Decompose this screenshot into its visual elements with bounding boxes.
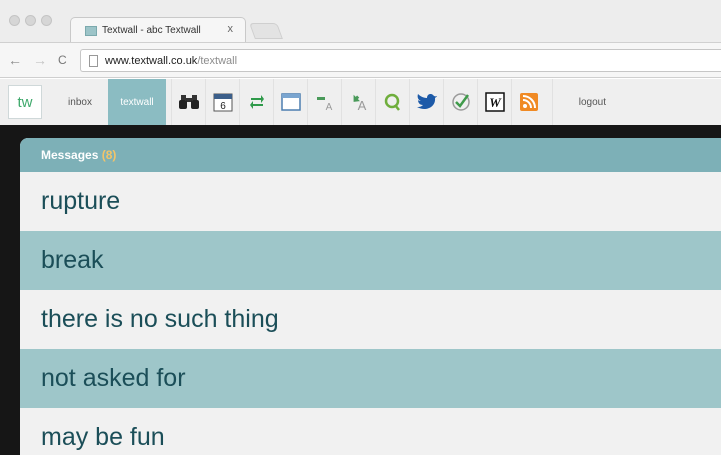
browser-tab-strip: Textwall - abc Textwall x: [0, 0, 721, 43]
textwall-logo[interactable]: tw: [8, 85, 42, 119]
wikipedia-letter: W: [489, 95, 502, 110]
exchange-icon: [249, 95, 264, 109]
nav-logout-label: logout: [578, 96, 606, 108]
binoculars-tool[interactable]: [171, 79, 205, 125]
check-circle-icon: [451, 93, 470, 111]
svg-text:A: A: [357, 98, 366, 112]
calendar-tool[interactable]: 6: [205, 79, 239, 125]
calendar-icon: 6: [213, 93, 232, 112]
nav-logout[interactable]: logout: [552, 79, 612, 125]
url-path: /textwall: [197, 54, 238, 67]
browser-tab[interactable]: Textwall - abc Textwall x: [70, 17, 246, 43]
reload-button[interactable]: C: [58, 53, 67, 67]
zoom-window-button[interactable]: [41, 15, 52, 26]
nav-inbox[interactable]: inbox: [57, 79, 103, 125]
back-button[interactable]: ←: [8, 52, 22, 68]
search-q-tool[interactable]: [375, 79, 409, 125]
font-decrease-icon: A: [316, 97, 332, 112]
logo-text: tw: [17, 93, 33, 111]
svg-text:A: A: [325, 102, 332, 112]
font-increase-icon: A: [353, 94, 366, 112]
search-q-icon: [384, 93, 400, 111]
app-toolbar: tw inbox textwall 6 A A W logout: [0, 79, 721, 125]
message-item[interactable]: not asked for: [20, 349, 721, 408]
message-item[interactable]: break: [20, 231, 721, 290]
nav-textwall[interactable]: textwall: [108, 79, 166, 125]
page-icon: [89, 54, 98, 67]
calendar-day: 6: [220, 101, 226, 112]
message-item[interactable]: there is no such thing: [20, 290, 721, 349]
message-item[interactable]: may be fun: [20, 408, 721, 455]
font-increase-tool[interactable]: A: [341, 79, 375, 125]
twitter-bird-icon: [416, 94, 437, 109]
exchange-tool[interactable]: [239, 79, 273, 125]
messages-header: Messages ( 8 ): [20, 138, 721, 172]
twitter-tool[interactable]: [409, 79, 443, 125]
tab-close-button[interactable]: x: [228, 23, 234, 35]
messages-count: 8: [105, 148, 113, 162]
rss-icon: [519, 93, 538, 111]
favicon-icon: [85, 25, 97, 36]
messages-count-close: ): [112, 148, 117, 162]
table-tool[interactable]: [273, 79, 307, 125]
tab-title: Textwall - abc Textwall: [102, 25, 201, 36]
message-text: may be fun: [41, 423, 165, 451]
browser-toolbar: ← → C www.textwall.co.uk /textwall: [0, 42, 721, 78]
table-icon: [280, 93, 301, 111]
rss-tool[interactable]: [511, 79, 545, 125]
address-bar[interactable]: www.textwall.co.uk /textwall: [80, 49, 721, 72]
messages-panel: Messages ( 8 ) rupture break there is no…: [20, 138, 721, 455]
close-window-button[interactable]: [9, 15, 20, 26]
message-text: rupture: [41, 187, 121, 215]
nav-textwall-label: textwall: [120, 96, 154, 108]
message-text: break: [41, 246, 104, 274]
url-host: www.textwall.co.uk: [105, 54, 198, 67]
message-item[interactable]: rupture: [20, 172, 721, 231]
messages-title: Messages: [41, 148, 99, 162]
message-text: there is no such thing: [41, 305, 279, 333]
check-tool[interactable]: [443, 79, 477, 125]
nav-inbox-label: inbox: [68, 96, 92, 108]
font-decrease-tool[interactable]: A: [307, 79, 341, 125]
binoculars-icon: [178, 95, 199, 109]
new-tab-button[interactable]: [249, 23, 283, 39]
wikipedia-tool[interactable]: W: [477, 79, 511, 125]
forward-button[interactable]: →: [33, 52, 47, 68]
minimize-window-button[interactable]: [25, 15, 36, 26]
message-text: not asked for: [41, 364, 186, 392]
wikipedia-icon: W: [484, 92, 505, 112]
